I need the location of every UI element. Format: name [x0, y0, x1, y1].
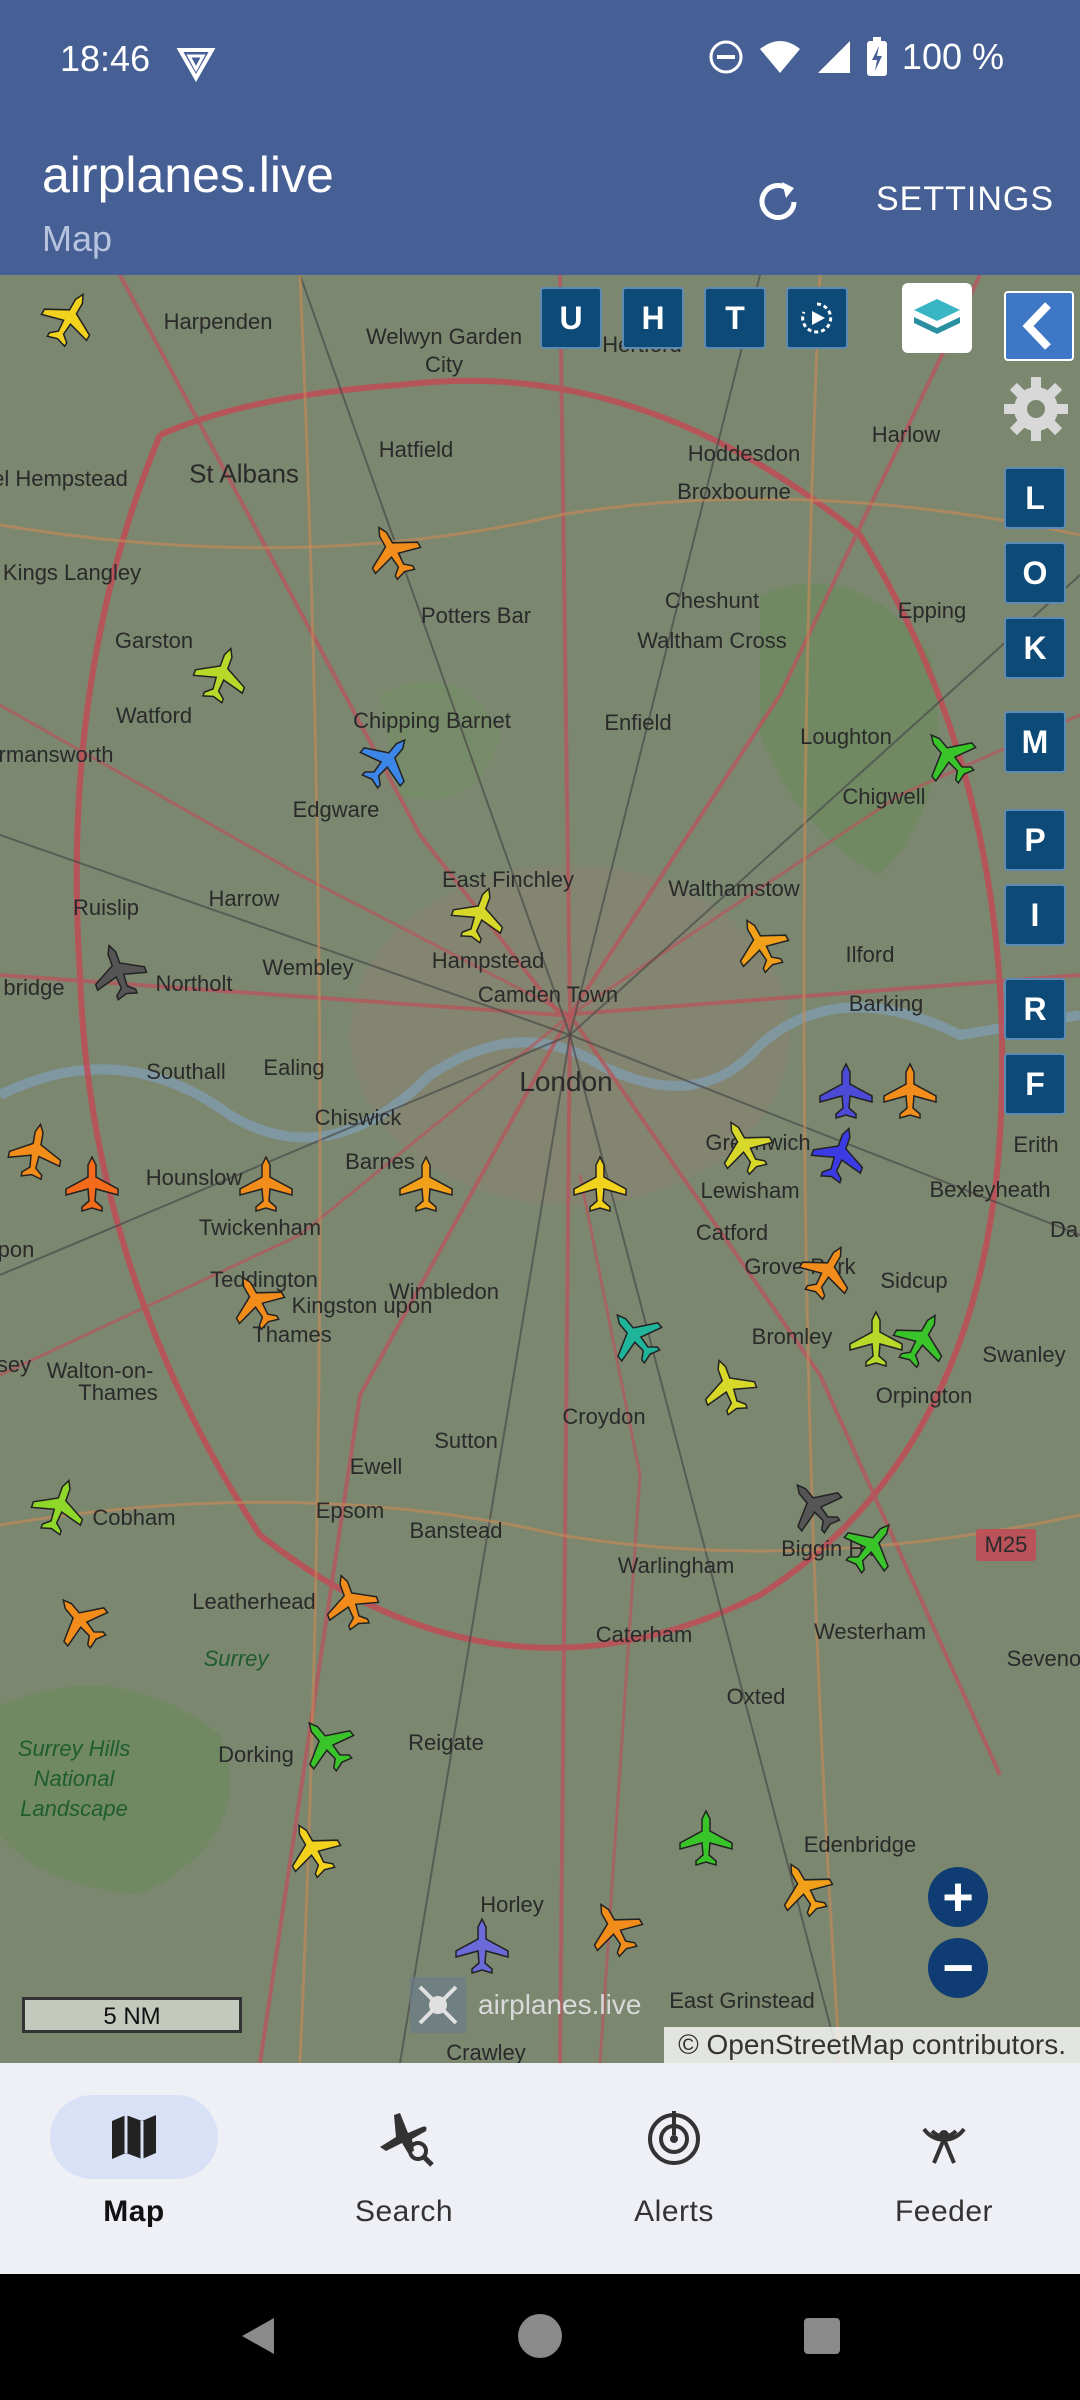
- aircraft-marker-icon[interactable]: [188, 640, 255, 709]
- aircraft-marker-icon[interactable]: [220, 1264, 292, 1337]
- status-bar: 18:46 100 %: [0, 0, 1080, 130]
- nav-active-indicator: [50, 2095, 218, 2179]
- nav-label-map: Map: [103, 2195, 165, 2228]
- bottom-navigation: Map Search Alerts Feeder: [0, 2063, 1080, 2274]
- aircraft-marker-icon[interactable]: [239, 1155, 293, 1213]
- watermark: airplanes.live: [410, 1977, 641, 2033]
- zoom-in-button[interactable]: +: [928, 1867, 988, 1927]
- watermark-text: airplanes.live: [478, 1989, 642, 2020]
- aircraft-marker-icon[interactable]: [26, 1472, 93, 1541]
- replay-button[interactable]: [786, 287, 848, 349]
- aircraft-marker-icon[interactable]: [573, 1155, 627, 1213]
- nav-item-feeder[interactable]: Feeder: [844, 2095, 1044, 2229]
- aircraft-marker-icon[interactable]: [819, 1062, 873, 1120]
- aircraft-marker-icon[interactable]: [6, 1120, 67, 1182]
- nav-item-map[interactable]: Map: [34, 2095, 234, 2229]
- map-button-r[interactable]: R: [1004, 978, 1066, 1040]
- aircraft-marker-icon[interactable]: [350, 723, 425, 798]
- aircraft-marker-icon[interactable]: [911, 718, 986, 793]
- cell-signal-icon: [817, 41, 850, 73]
- antenna-icon: [922, 2127, 966, 2164]
- map-button-f[interactable]: F: [1004, 1053, 1066, 1115]
- status-indicators: 100 %: [708, 36, 1004, 78]
- aircraft-marker-icon[interactable]: [834, 1508, 909, 1583]
- recents-icon[interactable]: [802, 2316, 842, 2356]
- aircraft-marker-icon[interactable]: [777, 1468, 852, 1543]
- aircraft-marker-icon[interactable]: [885, 1302, 957, 1375]
- aircraft-marker-icon[interactable]: [317, 1567, 384, 1636]
- scale-bar: 5 NM: [22, 1997, 242, 2033]
- app-subtitle: Map: [42, 218, 113, 259]
- map-icon: [112, 2115, 156, 2159]
- aircraft-marker-icon[interactable]: [43, 1583, 118, 1658]
- aircraft-marker-icon[interactable]: [708, 1109, 780, 1182]
- app-bar: airplanes.live Map SETTINGS: [0, 130, 1080, 275]
- map-view[interactable]: Harpenden Welwyn Garden City Hertford Ha…: [0, 275, 1080, 2063]
- zoom-out-button[interactable]: −: [928, 1938, 988, 1998]
- aircraft-marker-icon[interactable]: [65, 1155, 119, 1213]
- map-button-u[interactable]: U: [540, 287, 602, 349]
- app-title: airplanes.live: [42, 147, 334, 203]
- replay-icon: [801, 302, 833, 334]
- map-button-p[interactable]: P: [1004, 809, 1066, 871]
- aircraft-marker-icon[interactable]: [768, 1851, 840, 1924]
- aircraft-marker-icon[interactable]: [679, 1809, 733, 1867]
- aircraft-marker-icon[interactable]: [85, 937, 152, 1006]
- refresh-icon[interactable]: [752, 176, 804, 228]
- gear-icon[interactable]: [1000, 373, 1072, 445]
- aircraft-marker-icon[interactable]: [455, 1917, 509, 1975]
- aircraft-marker-icon[interactable]: [597, 1298, 672, 1373]
- layers-button[interactable]: [902, 283, 972, 353]
- map-button-i[interactable]: I: [1004, 884, 1066, 946]
- map-button-m[interactable]: M: [1004, 711, 1066, 773]
- aircraft-marker-icon[interactable]: [276, 1812, 348, 1885]
- do-not-disturb-icon: [709, 40, 743, 74]
- nav-item-search[interactable]: Search: [304, 2095, 504, 2229]
- map-button-t[interactable]: T: [704, 287, 766, 349]
- aircraft-marker-icon[interactable]: [578, 1891, 650, 1964]
- aircraft-marker-icon[interactable]: [724, 907, 796, 980]
- aircraft-marker-icon[interactable]: [399, 1155, 453, 1213]
- battery-charging-icon: [866, 37, 887, 76]
- status-time: 18:46: [60, 38, 151, 79]
- aircraft-marker-icon[interactable]: [849, 1310, 903, 1368]
- map-attribution[interactable]: © OpenStreetMap contributors.: [664, 2027, 1080, 2063]
- aircraft-marker-icon[interactable]: [446, 880, 513, 949]
- aircraft-marker-icon[interactable]: [791, 1234, 863, 1307]
- map-button-h[interactable]: H: [622, 287, 684, 349]
- collapse-panel-button[interactable]: [1004, 291, 1074, 361]
- aircraft-marker-icon[interactable]: [883, 1062, 937, 1120]
- nav-item-alerts[interactable]: Alerts: [574, 2095, 774, 2229]
- nav-label-alerts: Alerts: [634, 2195, 714, 2228]
- plane-search-icon: [380, 2113, 434, 2167]
- settings-button[interactable]: SETTINGS: [876, 180, 1054, 219]
- map-button-l[interactable]: L: [1004, 467, 1066, 529]
- airplanes-live-logo-icon: [410, 1977, 466, 2033]
- map-button-k[interactable]: K: [1004, 617, 1066, 679]
- system-navigation-bar: [0, 2274, 1080, 2400]
- nav-label-feeder: Feeder: [894, 2195, 994, 2228]
- map-button-o[interactable]: O: [1004, 542, 1066, 604]
- aircraft-marker-icon[interactable]: [356, 514, 428, 587]
- radar-alert-icon: [648, 2111, 700, 2165]
- aircraft-marker-icon[interactable]: [33, 281, 105, 354]
- aircraft-layer: [6, 281, 986, 1975]
- layers-icon: [914, 299, 960, 334]
- vpn-shield-icon: [176, 48, 216, 82]
- nav-label-search: Search: [354, 2195, 454, 2228]
- aircraft-marker-icon[interactable]: [695, 1352, 762, 1421]
- scale-label: 5 NM: [103, 2003, 161, 2030]
- aircraft-marker-icon[interactable]: [806, 1120, 873, 1189]
- chevron-left-icon: [1022, 302, 1051, 350]
- wifi-icon: [759, 41, 800, 73]
- battery-percent: 100 %: [901, 36, 1004, 77]
- aircraft-marker-icon[interactable]: [289, 1706, 364, 1781]
- home-icon[interactable]: [516, 2312, 564, 2360]
- back-icon[interactable]: [236, 2314, 280, 2358]
